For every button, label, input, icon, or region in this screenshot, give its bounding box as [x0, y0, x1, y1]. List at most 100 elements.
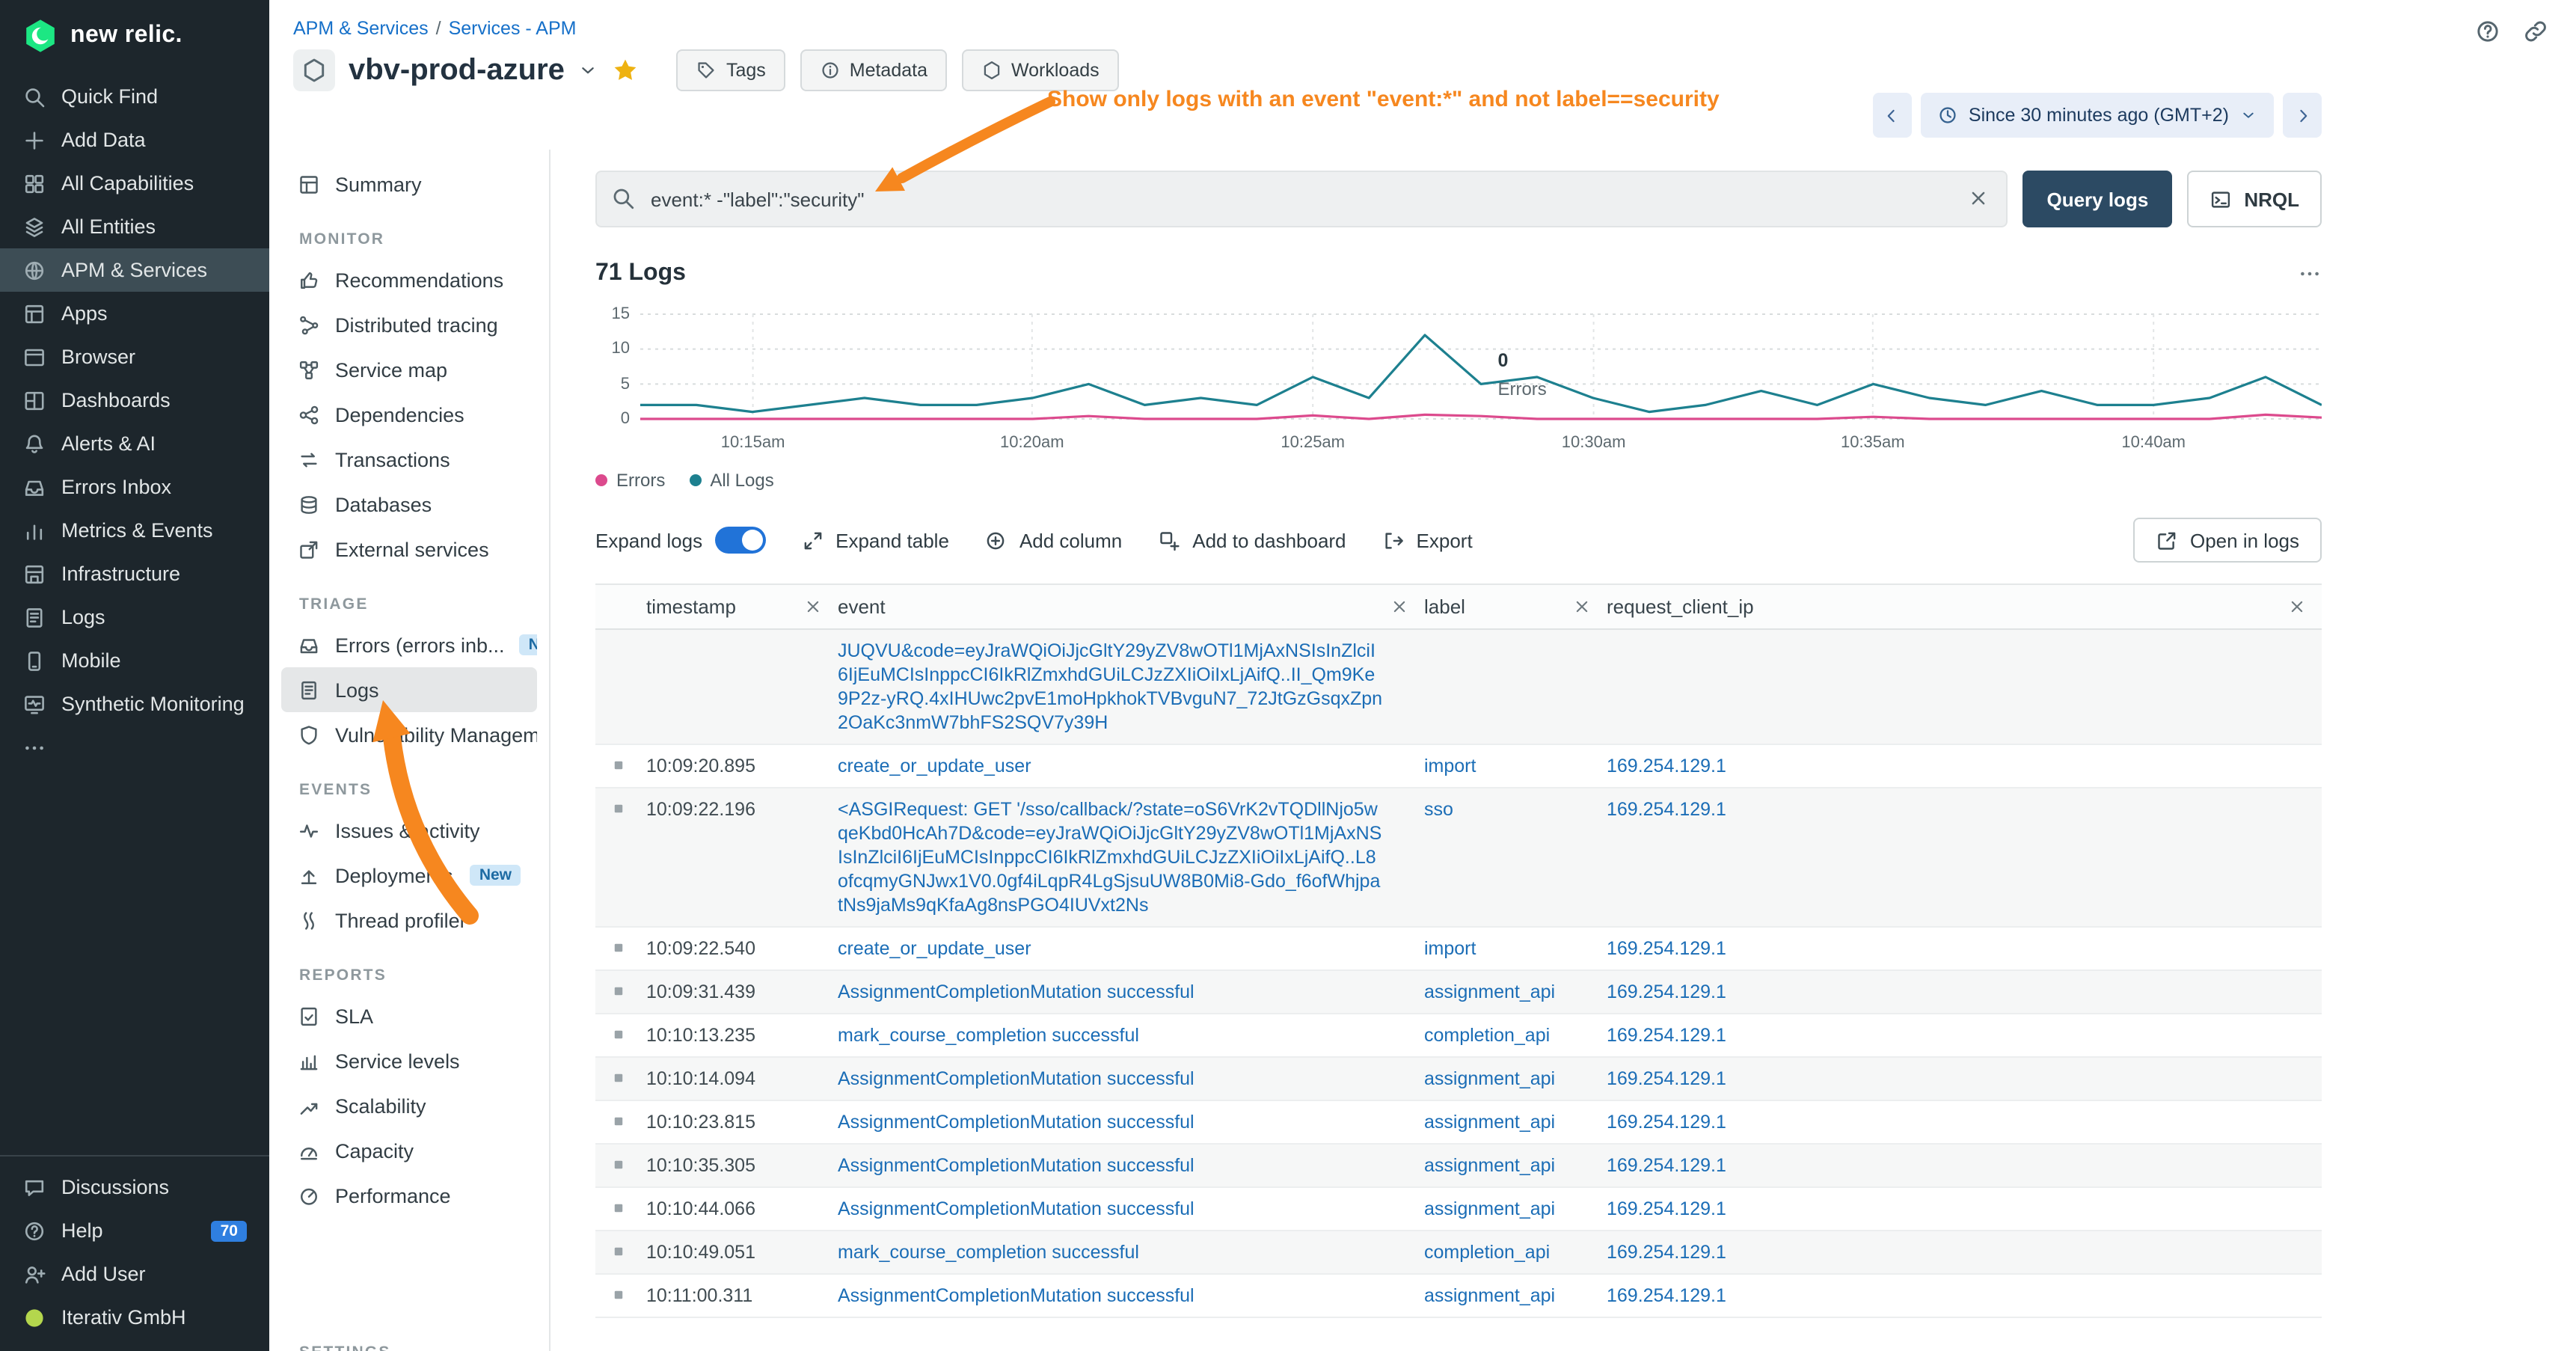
subnav-item-capacity[interactable]: Capacity: [281, 1128, 537, 1173]
log-query-input[interactable]: [595, 171, 2008, 227]
time-range-button[interactable]: Since 30 minutes ago (GMT+2): [1921, 93, 2274, 138]
sidebar-item-add-data[interactable]: Add Data: [0, 118, 269, 162]
sidebar-item-apm-services[interactable]: APM & Services: [0, 248, 269, 292]
sidebar-footer-item-discussions[interactable]: Discussions: [0, 1165, 269, 1209]
subnav-item-logs[interactable]: Logs: [281, 667, 537, 712]
subnav-item-recommendations[interactable]: Recommendations: [281, 257, 537, 302]
add-column-button[interactable]: Add column: [985, 529, 1122, 551]
subnav-item-service-map[interactable]: Service map: [281, 347, 537, 392]
table-row[interactable]: 10:10:44.066AssignmentCompletionMutation…: [595, 1188, 2322, 1231]
sidebar-item-all-entities[interactable]: All Entities: [0, 205, 269, 248]
sidebar-item-infrastructure[interactable]: Infrastructure: [0, 552, 269, 595]
favorite-star-icon[interactable]: [613, 57, 640, 84]
subnav-item-vulnerability-management[interactable]: Vulnerability Management: [281, 712, 537, 757]
ip-link[interactable]: 169.254.129.1: [1607, 1068, 1726, 1089]
label-link[interactable]: assignment_api: [1424, 981, 1555, 1002]
new-relic-logo[interactable]: new relic.: [0, 0, 269, 72]
sidebar-item-logs[interactable]: Logs: [0, 595, 269, 639]
table-row[interactable]: 10:10:23.815AssignmentCompletionMutation…: [595, 1101, 2322, 1145]
table-row[interactable]: 10:09:22.196<ASGIRequest: GET '/sso/call…: [595, 788, 2322, 928]
label-link[interactable]: assignment_api: [1424, 1155, 1555, 1176]
subnav-item-dependencies[interactable]: Dependencies: [281, 392, 537, 437]
event-link[interactable]: AssignmentCompletionMutation successful: [838, 1198, 1195, 1219]
sidebar-item-apps[interactable]: Apps: [0, 292, 269, 335]
subnav-item-scalability[interactable]: Scalability: [281, 1083, 537, 1128]
column-header-event[interactable]: event: [838, 595, 1424, 618]
column-header-label[interactable]: label: [1424, 595, 1607, 618]
subnav-item-errors-errors-inb[interactable]: Errors (errors inb...New: [281, 622, 537, 667]
label-link[interactable]: assignment_api: [1424, 1112, 1555, 1133]
sidebar-more[interactable]: [0, 726, 269, 769]
row-select-icon[interactable]: [610, 940, 631, 956]
sidebar-footer-item-iterativ-gmbh[interactable]: Iterativ GmbH: [0, 1296, 269, 1339]
ip-link[interactable]: 169.254.129.1: [1607, 799, 1726, 820]
remove-column-icon[interactable]: [803, 597, 823, 616]
time-forward-button[interactable]: [2283, 93, 2322, 138]
sidebar-item-dashboards[interactable]: Dashboards: [0, 379, 269, 422]
table-row[interactable]: 10:09:20.895create_or_update_userimport1…: [595, 745, 2322, 788]
subnav-item-deployments[interactable]: DeploymentsNew: [281, 853, 537, 898]
row-select-icon[interactable]: [610, 1287, 631, 1303]
more-options-icon[interactable]: [2298, 262, 2322, 286]
sidebar-item-quick-find[interactable]: Quick Find: [0, 75, 269, 118]
row-select-icon[interactable]: [610, 1026, 631, 1043]
label-link[interactable]: import: [1424, 938, 1476, 959]
remove-column-icon[interactable]: [2287, 597, 2307, 616]
row-select-icon[interactable]: [610, 1157, 631, 1173]
row-select-icon[interactable]: [610, 983, 631, 999]
subnav-item-summary[interactable]: Summary: [281, 162, 537, 206]
label-link[interactable]: import: [1424, 756, 1476, 776]
clear-search-icon[interactable]: [1967, 187, 1990, 209]
row-select-icon[interactable]: [610, 1070, 631, 1086]
time-back-button[interactable]: [1873, 93, 1912, 138]
subnav-item-databases[interactable]: Databases: [281, 482, 537, 527]
event-link[interactable]: mark_course_completion successful: [838, 1025, 1139, 1046]
ip-link[interactable]: 169.254.129.1: [1607, 981, 1726, 1002]
breadcrumb-link-apm-services[interactable]: APM & Services: [293, 18, 429, 39]
ip-link[interactable]: 169.254.129.1: [1607, 1285, 1726, 1306]
label-link[interactable]: assignment_api: [1424, 1068, 1555, 1089]
add-to-dashboard-button[interactable]: Add to dashboard: [1158, 529, 1346, 551]
subnav-item-performance[interactable]: Performance: [281, 1173, 537, 1218]
column-header-request-client-ip[interactable]: request_client_ip: [1607, 595, 2322, 618]
sidebar-item-errors-inbox[interactable]: Errors Inbox: [0, 465, 269, 509]
event-link[interactable]: JUQVU&code=eyJraWQiOiJjcGltY29yZV8wOTl1M…: [838, 640, 1382, 733]
sidebar-footer-item-help[interactable]: Help70: [0, 1209, 269, 1252]
ip-link[interactable]: 169.254.129.1: [1607, 938, 1726, 959]
subnav-item-issues-activity[interactable]: Issues & activity: [281, 808, 537, 853]
toggle-on-icon[interactable]: [714, 527, 765, 554]
sidebar-item-synthetic-monitoring[interactable]: Synthetic Monitoring: [0, 682, 269, 726]
table-row[interactable]: 10:10:35.305AssignmentCompletionMutation…: [595, 1145, 2322, 1188]
table-row[interactable]: 10:10:14.094AssignmentCompletionMutation…: [595, 1058, 2322, 1101]
workloads-button[interactable]: Workloads: [962, 49, 1119, 91]
table-row[interactable]: 10:09:31.439AssignmentCompletionMutation…: [595, 971, 2322, 1014]
label-link[interactable]: sso: [1424, 799, 1453, 820]
export-button[interactable]: Export: [1382, 529, 1473, 551]
table-row[interactable]: 10:10:13.235mark_course_completion succe…: [595, 1014, 2322, 1058]
row-select-icon[interactable]: [610, 1200, 631, 1216]
legend-item-all-logs[interactable]: All Logs: [689, 470, 773, 491]
event-link[interactable]: mark_course_completion successful: [838, 1242, 1139, 1263]
expand-logs-toggle[interactable]: Expand logs: [595, 527, 765, 554]
ip-link[interactable]: 169.254.129.1: [1607, 756, 1726, 776]
expand-table-button[interactable]: Expand table: [801, 529, 949, 551]
event-link[interactable]: AssignmentCompletionMutation successful: [838, 1068, 1195, 1089]
row-select-icon[interactable]: [610, 800, 631, 817]
open-in-logs-button[interactable]: Open in logs: [2133, 518, 2322, 563]
sidebar-item-mobile[interactable]: Mobile: [0, 639, 269, 682]
subnav-item-distributed-tracing[interactable]: Distributed tracing: [281, 302, 537, 347]
column-header-timestamp[interactable]: timestamp: [646, 595, 838, 618]
help-icon[interactable]: [2474, 18, 2501, 45]
remove-column-icon[interactable]: [1572, 597, 1592, 616]
label-link[interactable]: completion_api: [1424, 1242, 1550, 1263]
table-row[interactable]: 10:11:00.311AssignmentCompletionMutation…: [595, 1275, 2322, 1318]
label-link[interactable]: assignment_api: [1424, 1285, 1555, 1306]
entity-chevron-down-icon[interactable]: [578, 60, 599, 81]
sidebar-item-alerts-ai[interactable]: Alerts & AI: [0, 422, 269, 465]
table-row[interactable]: JUQVU&code=eyJraWQiOiJjcGltY29yZV8wOTl1M…: [595, 630, 2322, 745]
ip-link[interactable]: 169.254.129.1: [1607, 1242, 1726, 1263]
ip-link[interactable]: 169.254.129.1: [1607, 1155, 1726, 1176]
ip-link[interactable]: 169.254.129.1: [1607, 1198, 1726, 1219]
sidebar-footer-item-add-user[interactable]: Add User: [0, 1252, 269, 1296]
subnav-item-transactions[interactable]: Transactions: [281, 437, 537, 482]
